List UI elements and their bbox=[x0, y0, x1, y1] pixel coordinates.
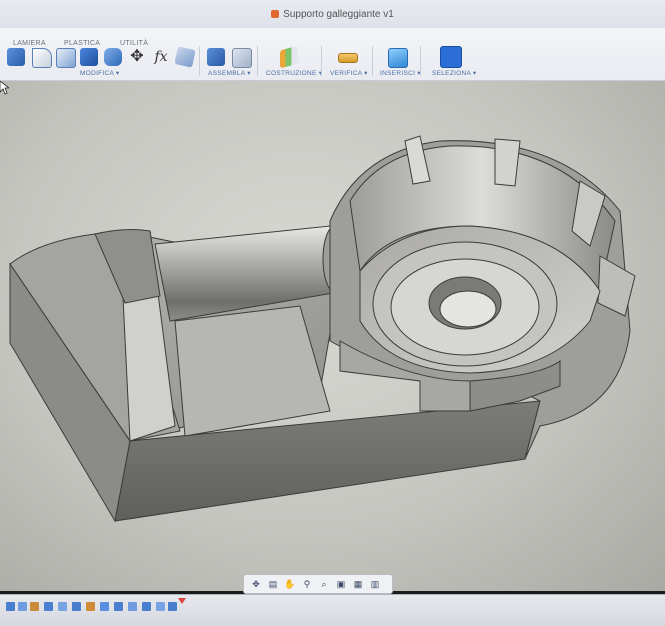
shell-icon[interactable] bbox=[80, 48, 98, 66]
group-seleziona[interactable]: SELEZIONA ▾ bbox=[432, 69, 477, 77]
measure-icon[interactable] bbox=[338, 53, 358, 63]
timeline-feature-icon[interactable] bbox=[6, 602, 15, 611]
document-icon bbox=[271, 10, 280, 18]
group-modifica[interactable]: MODIFICA ▾ bbox=[80, 69, 120, 77]
group-inserisci[interactable]: INSERISCI ▾ bbox=[380, 69, 421, 77]
tab-lamiera[interactable]: LAMIERA bbox=[13, 40, 46, 47]
group-costruzione[interactable]: COSTRUZIONE ▾ bbox=[266, 69, 322, 77]
insert-image-icon[interactable] bbox=[388, 48, 408, 68]
new-component-icon[interactable] bbox=[207, 48, 225, 66]
timeline-feature-icon[interactable] bbox=[156, 602, 165, 611]
move-icon[interactable]: ✥ bbox=[128, 48, 146, 66]
select-icon[interactable] bbox=[440, 46, 462, 68]
group-assembla[interactable]: ASSEMBLA ▾ bbox=[208, 69, 251, 77]
viewports-icon[interactable]: ▥ bbox=[368, 578, 382, 590]
timeline-feature-icon[interactable] bbox=[58, 602, 67, 611]
tab-plastica[interactable]: PLASTICA bbox=[64, 40, 100, 47]
joint-icon[interactable] bbox=[232, 48, 252, 68]
fit-icon[interactable]: ⌕ bbox=[317, 578, 331, 590]
separator bbox=[321, 46, 322, 76]
split-icon[interactable] bbox=[174, 46, 196, 68]
timeline-feature-icon[interactable] bbox=[72, 602, 81, 611]
timeline-feature-icon[interactable] bbox=[168, 602, 177, 611]
timeline-marker-icon[interactable] bbox=[178, 598, 186, 604]
pan-icon[interactable]: ✋ bbox=[283, 578, 297, 590]
mouse-cursor-icon bbox=[0, 81, 9, 95]
timeline-feature-icon[interactable] bbox=[114, 602, 123, 611]
chamfer-icon[interactable] bbox=[56, 48, 76, 68]
model-render bbox=[9, 135, 636, 523]
zoom-icon[interactable]: ⚲ bbox=[300, 578, 314, 590]
navigation-bar: ✥ ▤ ✋ ⚲ ⌕ ▣ ▦ ▥ bbox=[243, 574, 393, 594]
timeline-feature-icon[interactable] bbox=[30, 602, 39, 611]
combine-icon[interactable] bbox=[104, 48, 122, 66]
timeline-feature-icon[interactable] bbox=[100, 602, 109, 611]
fillet-icon[interactable] bbox=[32, 48, 52, 68]
timeline-feature-icon[interactable] bbox=[142, 602, 151, 611]
separator bbox=[257, 46, 258, 76]
design-timeline[interactable] bbox=[0, 594, 665, 626]
timeline-feature-icon[interactable] bbox=[128, 602, 137, 611]
parameters-icon[interactable]: fx bbox=[152, 48, 170, 66]
timeline-feature-icon[interactable] bbox=[86, 602, 95, 611]
orbit-icon[interactable]: ✥ bbox=[249, 578, 263, 590]
separator bbox=[199, 46, 200, 76]
timeline-feature-icon[interactable] bbox=[44, 602, 53, 611]
grid-icon[interactable]: ▦ bbox=[351, 578, 365, 590]
separator bbox=[372, 46, 373, 76]
title-bar: Supporto galleggiante v1 bbox=[0, 0, 665, 28]
look-at-icon[interactable]: ▤ bbox=[266, 578, 280, 590]
timeline-feature-icon[interactable] bbox=[18, 602, 27, 611]
window-title: Supporto galleggiante v1 bbox=[283, 8, 394, 20]
canvas-viewport[interactable] bbox=[0, 81, 665, 591]
separator bbox=[420, 46, 421, 76]
display-style-icon[interactable]: ▣ bbox=[334, 578, 348, 590]
tab-utilita[interactable]: UTILITÀ bbox=[120, 40, 148, 47]
press-pull-icon[interactable] bbox=[7, 48, 25, 66]
group-verifica[interactable]: VERIFICA ▾ bbox=[330, 69, 368, 77]
